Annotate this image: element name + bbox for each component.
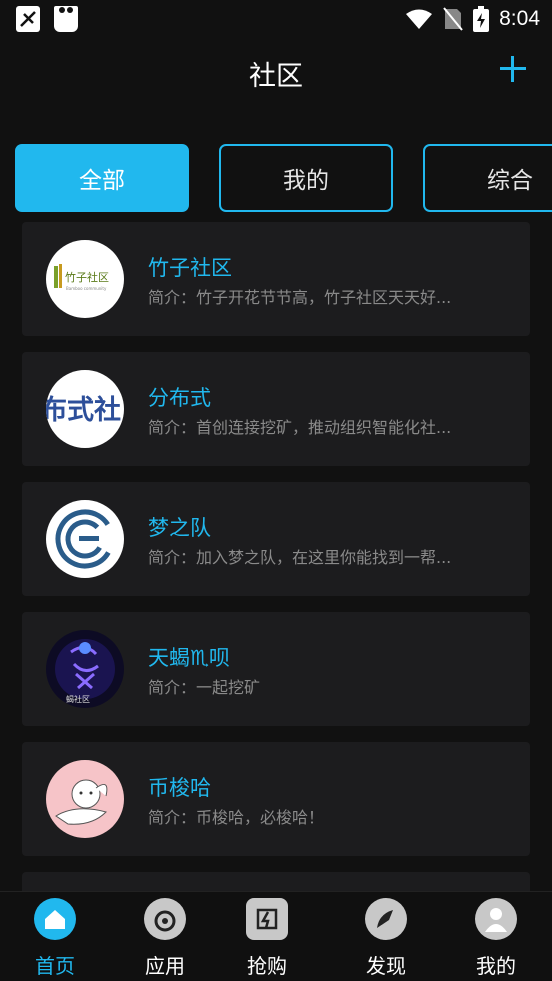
community-avatar: 竹子社区 Bamboo community [46, 240, 124, 318]
community-card[interactable]: 蝎社区 天蝎♏呗 简介：一起挖矿 [22, 612, 530, 726]
shopping-bag-icon [54, 6, 78, 32]
community-avatar [46, 500, 124, 578]
community-card[interactable]: 梦之队 简介：加入梦之队，在这里你能找到一帮... [22, 482, 530, 596]
bottom-nav: 首页 应用 抢购 发现 我的 [0, 891, 552, 981]
wifi-icon [406, 9, 433, 29]
svg-text:蝎社区: 蝎社区 [66, 694, 90, 704]
community-name: 天蝎♏呗 [148, 646, 230, 670]
profile-icon [475, 898, 517, 940]
community-avatar: 蝎社区 [46, 630, 124, 708]
community-avatar: 布式社 [46, 370, 124, 448]
discover-icon [365, 898, 407, 940]
community-desc: 简介：币梭哈，必梭哈！ [148, 808, 325, 827]
community-card[interactable]: 布式社 分布式 简介：首创连接挖矿，推动组织智能化社... [22, 352, 530, 466]
apps-icon [144, 898, 186, 940]
header: 社区 [0, 40, 552, 104]
community-card[interactable]: 竹子社区 Bamboo community 竹子社区 简介：竹子开花节节高，竹子… [22, 222, 530, 336]
flash-sale-icon [246, 898, 288, 940]
community-name: 币梭哈 [148, 776, 211, 800]
tab-all[interactable]: 全部 [15, 144, 189, 212]
status-bar: 8:04 [0, 0, 552, 40]
nav-apps-label: 应用 [145, 954, 185, 978]
community-name: 梦之队 [148, 516, 211, 540]
nav-flash-sale-label: 抢购 [247, 954, 287, 978]
nav-flash-sale[interactable]: 抢购 [222, 892, 312, 981]
community-desc: 简介：一起挖矿 [148, 678, 261, 697]
nav-discover[interactable]: 发现 [341, 892, 431, 981]
system-status: 8:04 [405, 6, 540, 32]
notification-app-icon [16, 6, 40, 32]
notification-icons [16, 6, 78, 32]
home-icon [34, 898, 76, 940]
clock: 8:04 [499, 7, 540, 30]
add-button[interactable] [498, 54, 528, 84]
community-desc: 简介：加入梦之队，在这里你能找到一帮... [148, 548, 452, 567]
nav-profile[interactable]: 我的 [451, 892, 541, 981]
nav-home[interactable]: 首页 [10, 892, 100, 981]
no-sim-icon [443, 7, 463, 31]
nav-apps[interactable]: 应用 [120, 892, 210, 981]
nav-discover-label: 发现 [366, 954, 406, 978]
community-avatar [46, 760, 124, 838]
page-title: 社区 [249, 61, 303, 92]
svg-text:竹子社区: 竹子社区 [65, 270, 109, 284]
battery-charging-icon [473, 6, 490, 32]
nav-home-label: 首页 [35, 954, 75, 978]
tab-mine[interactable]: 我的 [219, 144, 393, 212]
svg-text:布式社: 布式社 [46, 394, 121, 426]
community-desc: 简介：竹子开花节节高，竹子社区天天好... [148, 288, 452, 307]
community-card[interactable]: 币梭哈 简介：币梭哈，必梭哈！ [22, 742, 530, 856]
tab-general[interactable]: 综合 [423, 144, 552, 212]
category-tabs: 全部 我的 综合 [15, 144, 552, 212]
nav-profile-label: 我的 [476, 954, 516, 978]
community-name: 竹子社区 [148, 256, 232, 280]
community-name: 分布式 [148, 386, 211, 410]
svg-text:Bamboo community: Bamboo community [66, 286, 107, 291]
community-desc: 简介：首创连接挖矿，推动组织智能化社... [148, 418, 452, 437]
